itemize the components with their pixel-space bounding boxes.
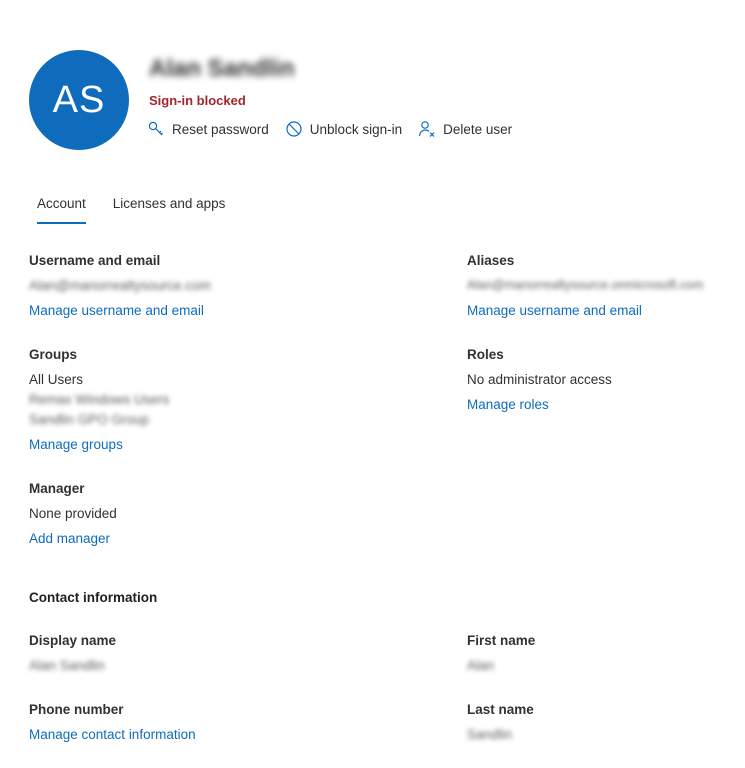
first-name-label: First name	[467, 633, 536, 648]
user-display-name: Alan Sandlin	[149, 55, 295, 82]
roles-value: No administrator access	[467, 372, 612, 387]
manage-aliases-link[interactable]: Manage username and email	[467, 303, 642, 318]
manage-groups-link[interactable]: Manage groups	[29, 437, 123, 452]
user-actions-toolbar: Reset password Unblock sign-in Delete us…	[147, 120, 512, 138]
unblock-signin-label: Unblock sign-in	[309, 121, 403, 137]
manager-value: None provided	[29, 506, 117, 521]
display-name-value: Alan Sandlin	[29, 658, 105, 673]
manage-roles-link[interactable]: Manage roles	[467, 397, 549, 412]
username-email-value: Alan@manorrealtysource.com	[29, 278, 211, 293]
first-name-value: Alan	[467, 658, 495, 673]
block-icon	[285, 120, 303, 138]
manage-username-email-link[interactable]: Manage username and email	[29, 303, 204, 318]
aliases-label: Aliases	[467, 253, 515, 268]
contact-information-heading: Contact information	[29, 590, 158, 605]
avatar-initials: AS	[52, 78, 106, 121]
group-item: All Users	[29, 372, 84, 387]
delete-user-button[interactable]: Delete user	[418, 120, 512, 138]
user-tabs: Account Licenses and apps	[37, 196, 225, 224]
last-name-value: Sandlin	[467, 727, 513, 742]
phone-number-label: Phone number	[29, 702, 124, 717]
person-delete-icon	[418, 120, 436, 138]
roles-label: Roles	[467, 347, 504, 362]
aliases-value: Alan@manorrealtysource.onmicrosoft.com	[467, 278, 704, 292]
unblock-signin-button[interactable]: Unblock sign-in	[285, 120, 402, 138]
groups-label: Groups	[29, 347, 78, 362]
group-item: Remax Windows Users	[29, 392, 170, 407]
avatar: AS	[29, 50, 129, 150]
add-manager-link[interactable]: Add manager	[29, 531, 110, 546]
delete-user-label: Delete user	[443, 121, 513, 137]
username-email-label: Username and email	[29, 253, 161, 268]
last-name-label: Last name	[467, 702, 534, 717]
reset-password-button[interactable]: Reset password	[147, 120, 269, 138]
group-item: Sandlin GPO Group	[29, 412, 150, 427]
tab-licenses-and-apps[interactable]: Licenses and apps	[113, 196, 226, 224]
display-name-label: Display name	[29, 633, 117, 648]
key-icon	[147, 120, 165, 138]
tab-account[interactable]: Account	[37, 196, 86, 224]
manager-label: Manager	[29, 481, 85, 496]
signin-status: Sign-in blocked	[149, 93, 246, 108]
reset-password-label: Reset password	[172, 121, 269, 137]
manage-contact-information-link[interactable]: Manage contact information	[29, 727, 196, 742]
